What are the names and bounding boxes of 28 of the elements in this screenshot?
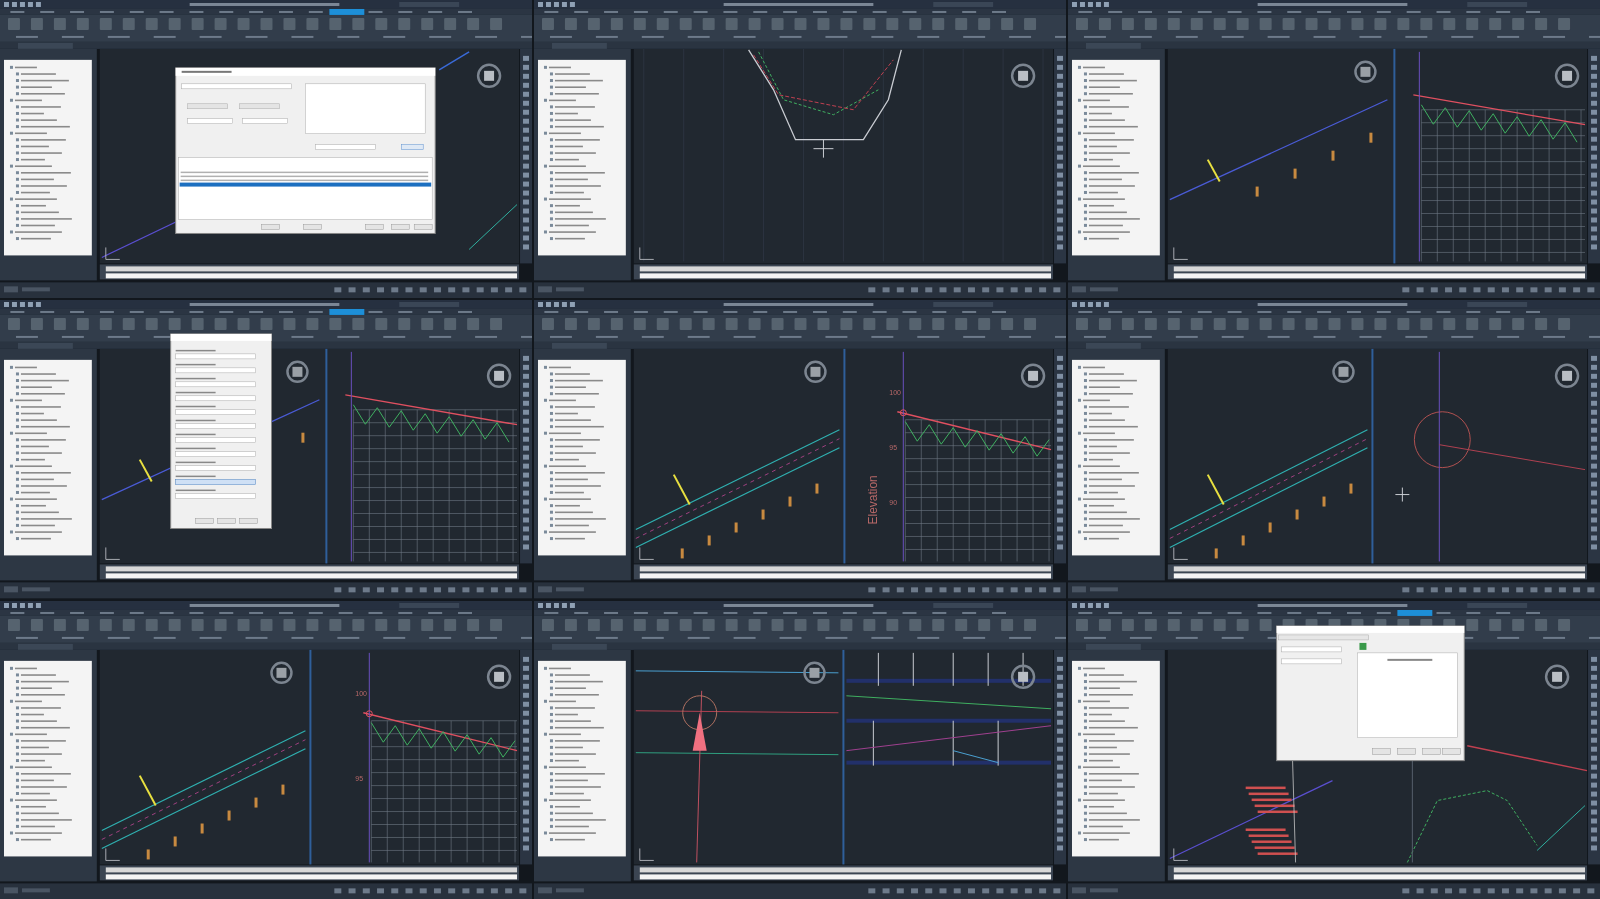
axis-title: Elevation — [866, 475, 881, 525]
ucs-icon — [105, 247, 121, 260]
ucs-icon — [639, 547, 655, 561]
viewcube-compass-icon[interactable] — [1544, 664, 1570, 689]
viewcube-compass-icon[interactable] — [1020, 363, 1046, 389]
viewcube-compass-icon[interactable] — [1010, 664, 1036, 689]
ucs-icon — [1173, 547, 1189, 561]
viewcube-compass-icon[interactable] — [1354, 60, 1377, 84]
viewcube-compass-icon[interactable] — [486, 363, 512, 389]
ucs-icon — [639, 847, 655, 861]
viewcube-compass-icon[interactable] — [476, 63, 502, 89]
ucs-icon — [105, 847, 121, 861]
viewcube-compass-icon[interactable] — [1010, 63, 1036, 89]
alignment-line — [468, 204, 518, 250]
viewcube-compass-icon[interactable] — [803, 661, 826, 684]
alignment-line — [438, 51, 470, 71]
viewcube-compass-icon[interactable] — [1554, 63, 1580, 89]
viewcube-compass-icon[interactable] — [804, 360, 827, 384]
viewcube-compass-icon[interactable] — [286, 360, 309, 384]
viewcube-compass-icon[interactable] — [270, 661, 293, 684]
ucs-icon — [105, 547, 121, 561]
viewcube-compass-icon[interactable] — [1554, 363, 1580, 389]
ucs-icon — [1173, 247, 1189, 260]
ucs-icon — [1173, 847, 1189, 861]
alignment-line — [1536, 804, 1586, 851]
viewcube-compass-icon[interactable] — [486, 664, 512, 689]
viewcube-compass-icon[interactable] — [1332, 360, 1355, 384]
ucs-icon — [639, 247, 655, 260]
